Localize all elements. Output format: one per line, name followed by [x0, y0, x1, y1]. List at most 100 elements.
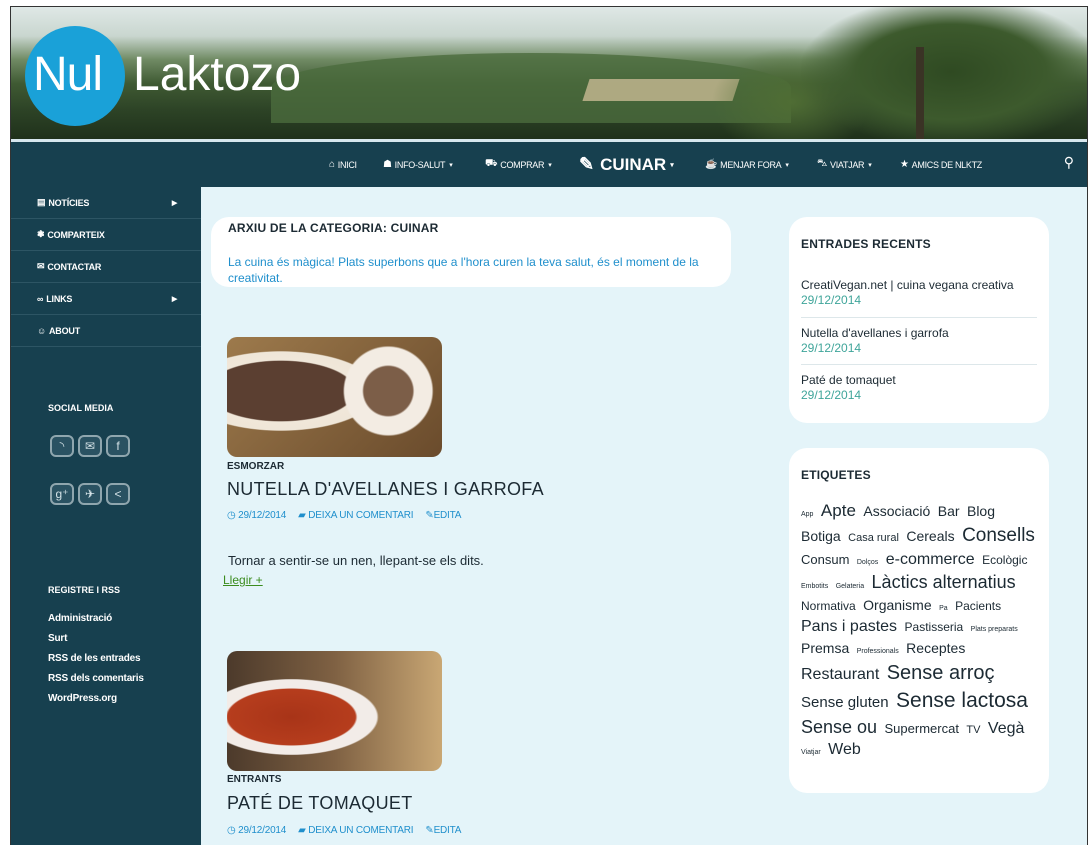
- link-icon: ∞: [37, 293, 44, 304]
- meta-link-rss-comentaris[interactable]: RSS dels comentaris: [11, 669, 201, 689]
- post-excerpt: Tornar a sentir-se un nen, llepant-se el…: [228, 553, 484, 568]
- post-edit-link[interactable]: ✎EDITA: [425, 825, 461, 836]
- tag-link[interactable]: Plats preparats: [971, 626, 1018, 633]
- sidebar-item-comparteix[interactable]: ❃ COMPARTEIX: [11, 219, 201, 251]
- logo-nul-text[interactable]: Nul: [33, 47, 103, 102]
- sidebar-item-links[interactable]: ∞ LINKS ▶: [11, 283, 201, 315]
- header-banner: Nul Laktozo: [11, 7, 1087, 139]
- tag-link[interactable]: Bar: [938, 503, 960, 519]
- tag-link[interactable]: Sense lactosa: [896, 689, 1028, 712]
- tag-link[interactable]: Pans i pastes: [801, 618, 897, 635]
- post-date[interactable]: ◷ 29/12/2014: [227, 825, 286, 836]
- tag-link[interactable]: Restaurant: [801, 666, 879, 683]
- tag-link[interactable]: Consum: [801, 552, 849, 567]
- tag-link[interactable]: Associació: [863, 503, 930, 519]
- sidebar-item-about[interactable]: ☺ ABOUT: [11, 315, 201, 347]
- pencil-icon: ✎: [425, 510, 434, 521]
- tag-link[interactable]: Supermercat: [885, 721, 959, 736]
- meta-link-rss-entrades[interactable]: RSS de les entrades: [11, 649, 201, 669]
- tag-link[interactable]: e-commerce: [886, 551, 975, 568]
- googleplus-icon[interactable]: g⁺: [50, 483, 74, 505]
- tag-link[interactable]: TV: [966, 724, 980, 736]
- post-date[interactable]: ◷ 29/12/2014: [227, 510, 286, 521]
- tag-link[interactable]: Gelateria: [836, 583, 864, 590]
- post-category[interactable]: ESMORZAR: [227, 461, 284, 472]
- post-title[interactable]: PATÉ DE TOMAQUET: [227, 793, 413, 814]
- post-category[interactable]: ENTRANTS: [227, 774, 281, 785]
- tag-link[interactable]: Cereals: [906, 528, 954, 544]
- facebook-icon[interactable]: f: [106, 435, 130, 457]
- tag-link[interactable]: Pacients: [955, 599, 1001, 613]
- car-icon: ⛍: [817, 158, 828, 169]
- tag-link[interactable]: Consells: [962, 525, 1035, 546]
- tag-link[interactable]: Sense arroç: [887, 662, 995, 684]
- meta-link-surt[interactable]: Surt: [11, 629, 201, 649]
- nav-item-menjar-fora[interactable]: ☕ MENJAR FORA ▾: [705, 142, 789, 187]
- doctor-icon: ☗: [383, 159, 392, 170]
- archive-title: ARXIU DE LA CATEGORIA: CUINAR: [228, 221, 439, 235]
- meta-link-admin[interactable]: Administració: [11, 609, 201, 629]
- landscape-tree-large: [801, 7, 1087, 139]
- tag-link[interactable]: Viatjar: [801, 749, 821, 756]
- post-comment-link[interactable]: ▰ DEIXA UN COMENTARI: [298, 510, 413, 521]
- email-icon[interactable]: ✉: [78, 435, 102, 457]
- tag-link[interactable]: Embotits: [801, 583, 828, 590]
- dish-icon: ☕: [705, 159, 718, 170]
- caret-down-icon: ▾: [785, 161, 789, 169]
- recent-post-item[interactable]: Paté de tomaquet 29/12/2014: [801, 373, 1037, 402]
- main-nav: ⌂ INICI ☗ INFO-SALUT ▾ ⛟ COMPRAR ▾ ✎ CUINAR ▾ ☕…: [11, 139, 1087, 187]
- sidebar-item-contactar[interactable]: ✉ CONTACTAR: [11, 251, 201, 283]
- read-more-link[interactable]: Llegir +: [223, 573, 263, 587]
- tag-link[interactable]: Professionals: [857, 648, 899, 655]
- comment-icon: ▰: [298, 510, 309, 521]
- tag-link[interactable]: Blog: [967, 503, 995, 519]
- tag-link[interactable]: Apte: [821, 501, 856, 520]
- tag-link[interactable]: Làctics alternatius: [872, 572, 1016, 592]
- sidebar-item-noticies[interactable]: ▤ NOTÍCIES ▶: [11, 187, 201, 219]
- nav-item-comprar[interactable]: ⛟ COMPRAR ▾: [485, 142, 552, 187]
- tag-link[interactable]: Organisme: [863, 597, 931, 613]
- home-icon: ⌂: [329, 159, 335, 170]
- tag-link[interactable]: Premsa: [801, 640, 849, 656]
- nav-item-amics[interactable]: ★ AMICS DE NLKTZ: [900, 142, 982, 187]
- post-thumbnail[interactable]: [227, 337, 442, 457]
- nav-item-info-salut[interactable]: ☗ INFO-SALUT ▾: [383, 142, 453, 187]
- recent-post-item[interactable]: CreatiVegan.net | cuina vegana creativa …: [801, 278, 1037, 307]
- post-comment-link[interactable]: ▰ DEIXA UN COMENTARI: [298, 825, 413, 836]
- smile-icon: ☺: [37, 325, 46, 336]
- post-thumbnail[interactable]: [227, 651, 442, 771]
- tag-link[interactable]: Receptes: [906, 640, 965, 656]
- tag-link[interactable]: Sense gluten: [801, 694, 889, 711]
- nav-item-inici[interactable]: ⌂ INICI: [329, 142, 357, 187]
- rss-icon[interactable]: ◝: [50, 435, 74, 457]
- tag-link[interactable]: Vegà: [988, 720, 1024, 737]
- tag-link[interactable]: Dolços: [857, 559, 878, 566]
- tag-link[interactable]: Web: [828, 741, 861, 758]
- post-title[interactable]: NUTELLA D'AVELLANES I GARROFA: [227, 479, 544, 500]
- twitter-icon[interactable]: ✈: [78, 483, 102, 505]
- logo-laktozo-text[interactable]: Laktozo: [133, 47, 301, 102]
- nav-item-viatjar[interactable]: ⛍ VIATJAR ▾: [817, 142, 872, 187]
- arrow-right-icon: ▶: [171, 199, 177, 207]
- tag-link[interactable]: Sense ou: [801, 717, 877, 737]
- widget-heading: ENTRADES RECENTS: [801, 237, 931, 251]
- tag-link[interactable]: Botiga: [801, 528, 841, 544]
- caret-down-icon: ▾: [449, 161, 453, 169]
- page-frame: Nul Laktozo ⌂ INICI ☗ INFO-SALUT ▾ ⛟ COMPRAR…: [10, 6, 1088, 845]
- search-icon[interactable]: ⚲: [1064, 154, 1074, 171]
- nav-item-cuinar[interactable]: ✎ CUINAR ▾: [579, 142, 674, 187]
- tag-link[interactable]: Normativa: [801, 599, 856, 613]
- recent-post-item[interactable]: Nutella d'avellanes i garrofa 29/12/2014: [801, 326, 1037, 355]
- tag-link[interactable]: Pa: [939, 605, 948, 612]
- tag-link[interactable]: Pastisseria: [905, 620, 964, 634]
- star-icon: ★: [900, 159, 909, 170]
- share-icon[interactable]: <: [106, 483, 130, 505]
- tag-link[interactable]: Casa rural: [848, 532, 899, 544]
- share-icon: ❃: [37, 229, 45, 239]
- tag-link[interactable]: App: [801, 511, 813, 518]
- meta-link-wordpress[interactable]: WordPress.org: [11, 689, 201, 709]
- archive-description: La cuina és màgica! Plats superbons que …: [228, 255, 699, 285]
- post-edit-link[interactable]: ✎EDITA: [425, 510, 461, 521]
- tag-link[interactable]: Ecològic: [982, 553, 1027, 567]
